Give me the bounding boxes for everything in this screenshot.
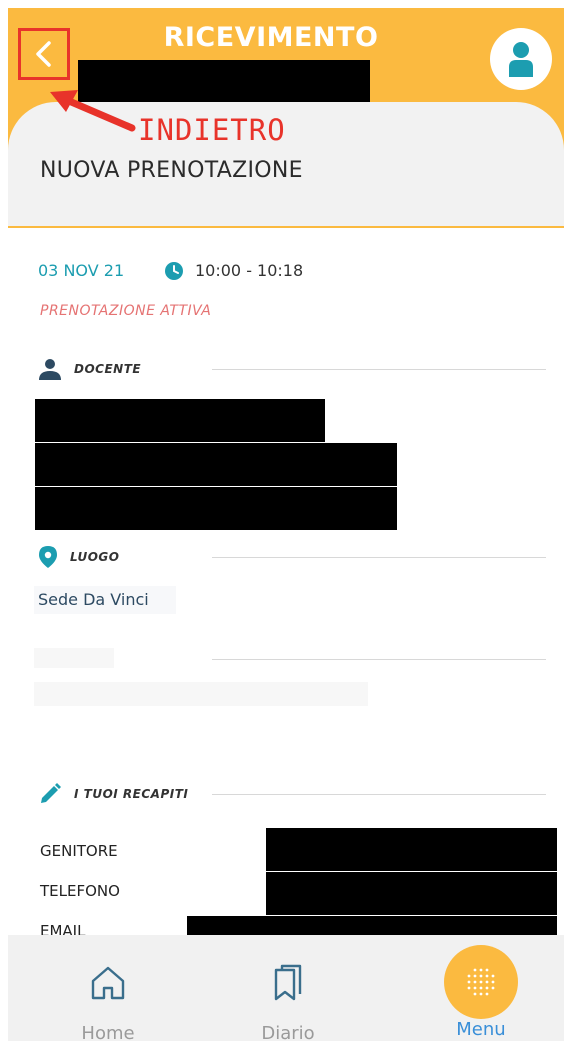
contact-parent-label: GENITORE [40, 842, 118, 860]
nav-menu-label: Menu [456, 1019, 506, 1040]
section-place-label: LUOGO [70, 550, 120, 564]
nav-home[interactable]: Home [48, 935, 168, 1044]
loading-placeholder [34, 682, 368, 706]
redacted-teacher-info [35, 487, 397, 530]
pencil-icon [41, 783, 61, 803]
nav-menu[interactable]: Menu [421, 935, 541, 1041]
chevron-left-icon [36, 41, 51, 67]
booking-time: 10:00 - 10:18 [195, 261, 304, 280]
menu-button-circle [444, 945, 518, 1019]
divider [212, 369, 546, 370]
section-contacts-label: I TUOI RECAPITI [74, 787, 189, 801]
page-title: NUOVA PRENOTAZIONE [40, 158, 303, 183]
section-place-header: LUOGO [38, 545, 120, 569]
booking-status: PRENOTAZIONE ATTIVA [40, 303, 212, 319]
divider [212, 659, 546, 660]
header-title: RICEVIMENTO [163, 22, 379, 53]
redacted-phone [266, 872, 557, 915]
divider [212, 794, 546, 795]
person-icon [39, 359, 61, 380]
dots-grid-icon [467, 968, 495, 996]
back-button[interactable] [18, 28, 70, 80]
section-contacts-header: I TUOI RECAPITI [38, 782, 188, 806]
annotation-label: INDIETRO [138, 113, 286, 147]
user-icon [509, 42, 533, 77]
bottom-navigation: Home Diario Menu [8, 935, 564, 1044]
section-teacher-header: DOCENTE [38, 357, 141, 381]
redacted-parent-name [266, 828, 557, 871]
place-value: Sede Da Vinci [34, 586, 176, 614]
bookmark-icon [274, 964, 302, 1001]
divider [212, 557, 546, 558]
section-teacher-label: DOCENTE [74, 362, 142, 376]
booking-date: 03 NOV 21 [38, 261, 125, 280]
contact-phone-label: TELEFONO [40, 882, 120, 900]
redacted-teacher-info [35, 443, 397, 486]
home-icon [91, 966, 125, 1000]
user-avatar-button[interactable] [490, 28, 552, 90]
clock-icon [165, 262, 183, 280]
nav-diary[interactable]: Diario [228, 935, 348, 1044]
redacted-teacher-name [35, 399, 325, 442]
loading-placeholder [34, 648, 114, 668]
location-pin-icon [39, 546, 57, 568]
annotation-arrow-icon [50, 90, 136, 132]
